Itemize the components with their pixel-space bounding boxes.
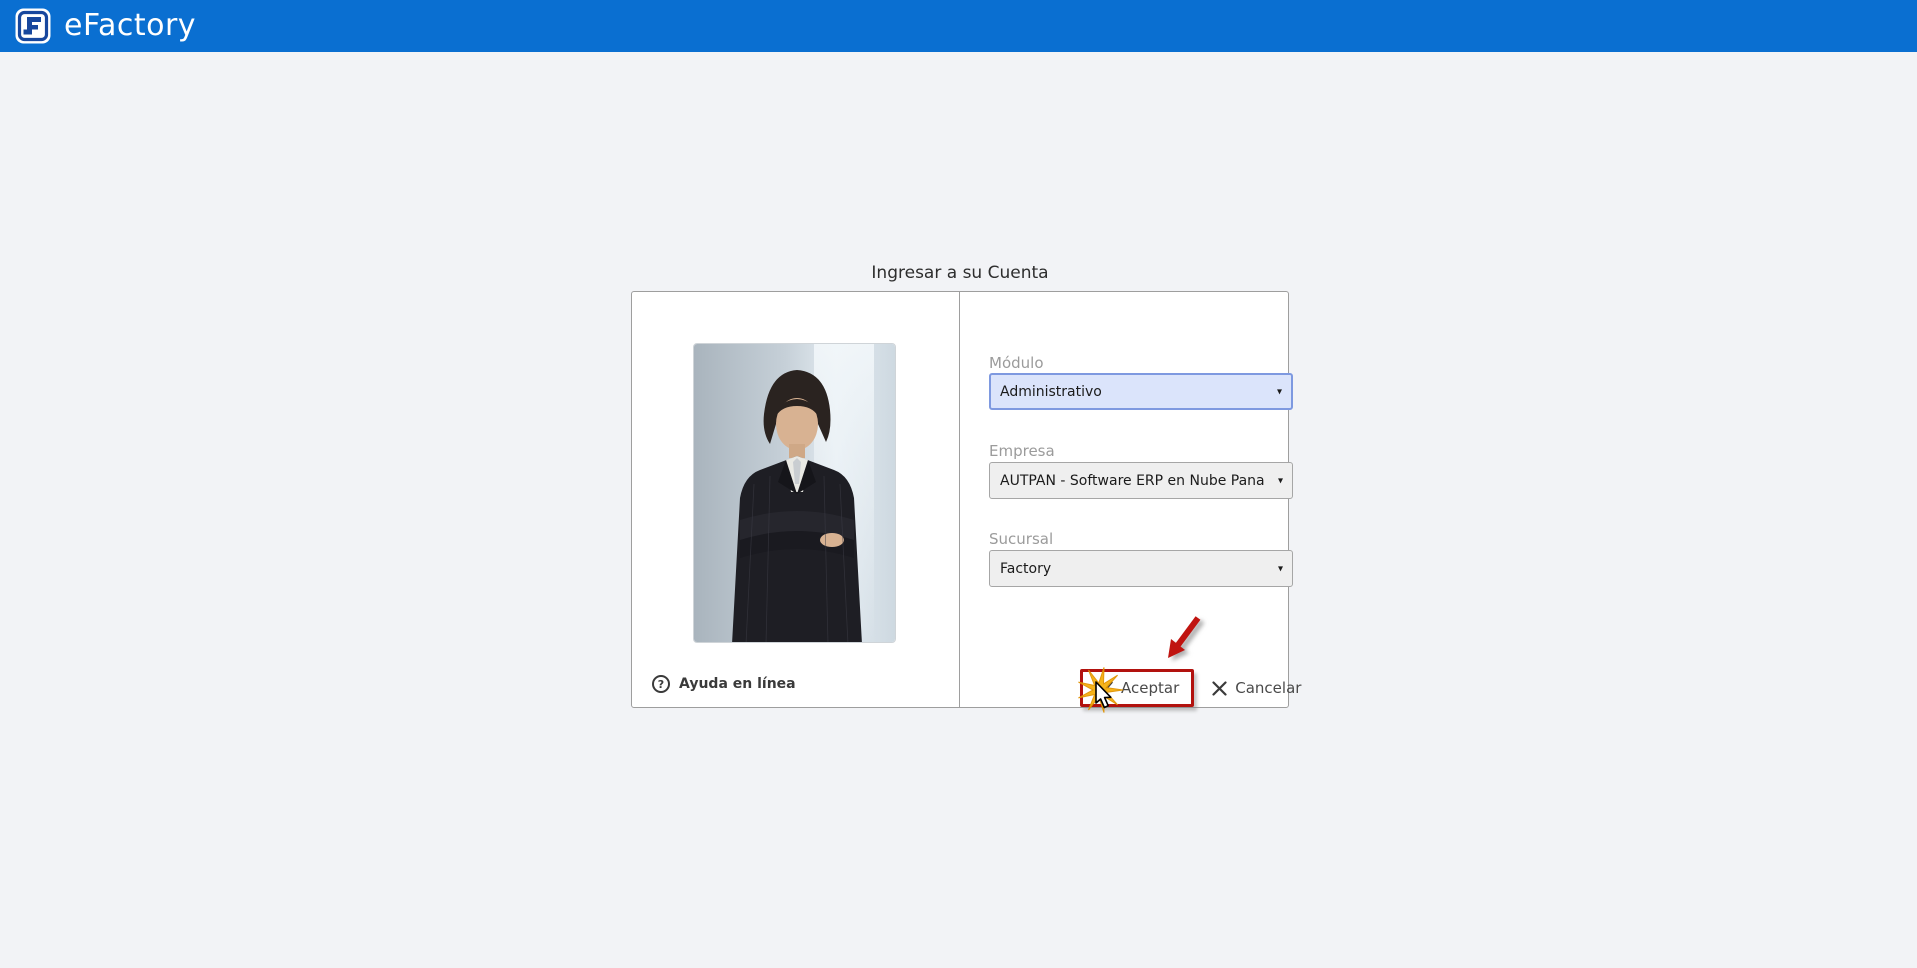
cancel-button-label: Cancelar	[1235, 679, 1302, 697]
chevron-down-icon: ▾	[1276, 386, 1282, 397]
login-form: Módulo Administrativo ▾ Empresa AUTPAN -…	[960, 292, 1301, 707]
svg-text:?: ?	[658, 678, 664, 691]
accept-button[interactable]: Aceptar	[1083, 672, 1191, 704]
login-card-left-panel: ? Ayuda en línea	[632, 292, 960, 707]
online-help-link[interactable]: ? Ayuda en línea	[651, 674, 796, 694]
cancel-button[interactable]: Cancelar	[1200, 672, 1313, 704]
checkmark-icon	[1095, 680, 1113, 695]
efactory-logo-icon	[15, 8, 51, 44]
app-header: eFactory	[0, 0, 1917, 52]
empresa-select-value: AUTPAN - Software ERP en Nube Pana	[1000, 472, 1265, 489]
empresa-select[interactable]: AUTPAN - Software ERP en Nube Pana ▾	[989, 462, 1293, 499]
sucursal-select[interactable]: Factory ▾	[989, 550, 1293, 587]
sucursal-select-value: Factory	[1000, 560, 1052, 577]
accept-button-label: Aceptar	[1121, 679, 1180, 697]
businesswoman-photo-image	[694, 344, 895, 642]
businesswoman-photo	[693, 343, 896, 643]
brand-title: eFactory	[64, 8, 197, 43]
chevron-down-icon: ▾	[1277, 563, 1283, 574]
form-actions: Aceptar Cancelar	[1080, 668, 1313, 708]
modulo-label: Módulo	[989, 354, 1044, 372]
annotation-highlight-box: Aceptar	[1080, 669, 1195, 707]
page-title: Ingresar a su Cuenta	[871, 263, 1049, 283]
help-question-icon: ?	[652, 675, 670, 693]
empresa-label: Empresa	[989, 442, 1055, 460]
x-mark-icon	[1212, 680, 1227, 696]
modulo-select[interactable]: Administrativo ▾	[989, 373, 1293, 410]
modulo-select-value: Administrativo	[1000, 383, 1102, 400]
login-card: ? Ayuda en línea Módulo Administrativo ▾…	[631, 291, 1301, 708]
online-help-label: Ayuda en línea	[679, 676, 796, 692]
sucursal-label: Sucursal	[989, 530, 1054, 548]
chevron-down-icon: ▾	[1277, 475, 1283, 486]
